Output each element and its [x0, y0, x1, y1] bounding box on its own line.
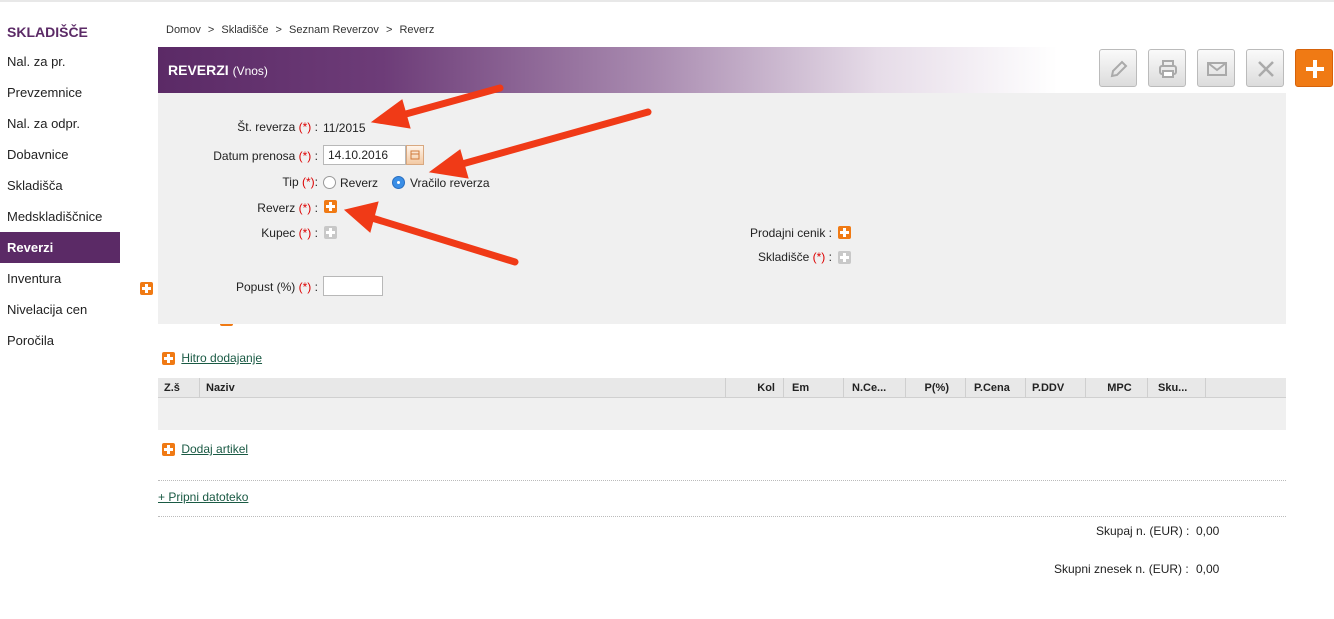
breadcrumb-separator: >: [275, 24, 282, 36]
form-panel: Št. reverza (*) : 11/2015 Datum prenosa …: [158, 93, 1286, 324]
page-title-text: REVERZI: [168, 62, 229, 78]
breadcrumb-separator: >: [385, 24, 393, 36]
close-icon: [1258, 61, 1274, 77]
table-body: [158, 398, 1286, 430]
top-divider: [0, 0, 1334, 2]
add-button[interactable]: [1295, 49, 1333, 87]
dodaj-artikel-row: Dodaj artikel: [162, 442, 248, 457]
skupni-znesek-label: Skupni znesek n. (EUR) :: [1054, 562, 1189, 576]
email-button[interactable]: [1197, 49, 1235, 87]
skupni-znesek-value: 0,00: [1196, 562, 1220, 576]
sidebar-item[interactable]: Nal. za odpr.: [0, 108, 226, 141]
sidebar-item[interactable]: Medskladiščnice: [0, 201, 249, 234]
kupec-add-icon[interactable]: [324, 226, 337, 239]
dodaj-artikel-link[interactable]: Dodaj artikel: [181, 442, 248, 456]
popust-input[interactable]: [323, 276, 383, 296]
datum-prenosa-input[interactable]: 14.10.2016: [323, 145, 406, 165]
column-header[interactable]: Sku...: [1148, 378, 1206, 398]
sidebar-item-label[interactable]: Reverzi: [0, 232, 120, 263]
sidebar-item[interactable]: Nal. za pr.: [0, 46, 212, 79]
pencil-icon: [1110, 60, 1128, 78]
column-header[interactable]: Naziv: [200, 378, 726, 398]
add-icon: [1306, 60, 1324, 78]
sidebar-item-label[interactable]: Poročila: [7, 325, 54, 356]
sidebar-title: SKLADIŠČE: [7, 24, 88, 40]
page-subtitle: (Vnos): [232, 64, 268, 78]
sidebar-item-label[interactable]: Prevzemnice: [7, 77, 82, 108]
datum-prenosa-label: Datum prenosa (*) :: [213, 149, 318, 163]
hitro-dodajanje-row: Hitro dodajanje: [162, 351, 262, 366]
skladisce-label: Skladišče (*) :: [757, 250, 832, 264]
column-header[interactable]: MPC: [1086, 378, 1148, 398]
sidebar-item[interactable]: Prevzemnice: [0, 77, 229, 110]
sidebar-item-label[interactable]: Skladišča: [7, 170, 63, 201]
column-header[interactable]: Kol: [726, 378, 784, 398]
edit-button[interactable]: [1099, 49, 1137, 87]
close-button[interactable]: [1246, 49, 1284, 87]
st-reverza-value: 11/2015: [323, 121, 366, 135]
tip-reverz-label[interactable]: Reverz: [340, 176, 378, 190]
page-header: REVERZI (Vnos): [158, 47, 1058, 93]
divider: [158, 480, 1286, 481]
column-header[interactable]: P.Cena: [966, 378, 1026, 398]
sidebar-item-label[interactable]: Nal. za pr.: [7, 46, 66, 77]
reverz-add-icon[interactable]: [324, 200, 337, 213]
breadcrumb-separator: >: [207, 24, 215, 36]
st-reverza-label: Št. reverza (*) :: [237, 120, 318, 134]
table-header: Z.š Naziv Kol Em N.Ce... P(%) P.Cena P.D…: [158, 378, 1286, 398]
skladisce-add-icon[interactable]: [838, 251, 851, 264]
print-icon: [1159, 60, 1177, 78]
sidebar-item-label[interactable]: Dobavnice: [7, 139, 68, 170]
sidebar-item-label[interactable]: Nivelacija cen: [7, 294, 87, 325]
skupaj-label: Skupaj n. (EUR) :: [1096, 524, 1190, 538]
breadcrumb-link-skladisce[interactable]: Skladišče: [221, 24, 268, 36]
sidebar-item[interactable]: Reverzi: [0, 232, 153, 296]
breadcrumb-link-domov[interactable]: Domov: [166, 24, 201, 36]
popust-label: Popust (%) (*) :: [235, 280, 318, 294]
hitro-dodajanje-link[interactable]: Hitro dodajanje: [181, 351, 262, 365]
sidebar-item-label[interactable]: Medskladiščnice: [7, 201, 102, 232]
column-header[interactable]: Em: [784, 378, 844, 398]
tip-reverz-radio[interactable]: [323, 176, 336, 189]
dodaj-artikel-icon[interactable]: [162, 443, 175, 457]
pripni-datoteko-link[interactable]: + Pripni datoteko: [158, 490, 248, 504]
tip-label: Tip (*):: [282, 175, 318, 189]
prodajni-cenik-add-icon[interactable]: [838, 226, 851, 239]
reverz-label: Reverz (*) :: [257, 201, 318, 215]
prodajni-cenik-label: Prodajni cenik :: [749, 226, 832, 240]
column-header[interactable]: P(%): [906, 378, 966, 398]
hitro-dodajanje-icon[interactable]: [162, 352, 175, 366]
tip-vracilo-radio[interactable]: [392, 176, 405, 189]
column-header[interactable]: P.DDV: [1026, 378, 1086, 398]
sidebar: SKLADIŠČE Nal. za pr. Prevzemnice Nal. za …: [0, 18, 249, 356]
sidebar-item[interactable]: Nivelacija cen: [0, 294, 234, 327]
calendar-icon: [410, 150, 420, 160]
tip-vracilo-label[interactable]: Vračilo reverza: [410, 176, 490, 190]
kupec-label: Kupec (*) :: [261, 226, 318, 240]
print-button[interactable]: [1148, 49, 1186, 87]
breadcrumb-link-seznam-reverzov[interactable]: Seznam Reverzov: [289, 24, 379, 36]
sidebar-item[interactable]: Poročila: [0, 325, 152, 356]
column-header[interactable]: N.Ce...: [844, 378, 906, 398]
sidebar-item[interactable]: Skladišča: [0, 170, 209, 203]
skupaj-value: 0,00: [1196, 524, 1220, 538]
divider: [158, 516, 1286, 517]
sidebar-item-label[interactable]: Nal. za odpr.: [7, 108, 80, 139]
breadcrumb-current: Reverz: [399, 24, 435, 36]
column-header[interactable]: Z.š: [158, 378, 200, 398]
sidebar-item[interactable]: Inventura: [0, 263, 208, 296]
page-title: REVERZI (Vnos): [168, 62, 268, 78]
calendar-button[interactable]: [406, 145, 424, 165]
sidebar-item-label[interactable]: Inventura: [7, 263, 61, 294]
breadcrumb: Domov > Skladišče > Seznam Reverzov > Re…: [166, 24, 438, 36]
mail-icon: [1207, 62, 1227, 76]
sidebar-item[interactable]: Dobavnice: [0, 139, 215, 172]
